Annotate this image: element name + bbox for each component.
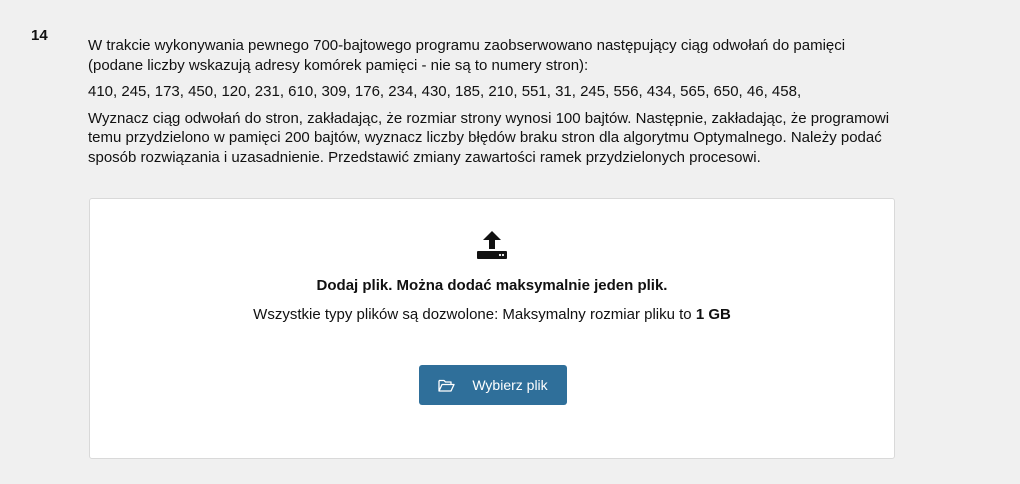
question-paragraph-2: Wyznacz ciąg odwołań do stron, zakładają… [88, 109, 890, 166]
question-sequence: 410, 245, 173, 450, 120, 231, 610, 309, … [88, 83, 802, 100]
folder-open-icon [438, 379, 455, 392]
upload-title: Dodaj plik. Można dodać maksymalnie jede… [316, 277, 668, 294]
upload-info: Wszystkie typy plików są dozwolone: Maks… [90, 306, 894, 323]
choose-file-button[interactable]: Wybierz plik [419, 365, 567, 405]
upload-icon [476, 230, 508, 260]
question-text: W trakcie wykonywania pewnego 700-bajtow… [88, 36, 900, 174]
upload-info-text: Wszystkie typy plików są dozwolone: Maks… [253, 306, 696, 323]
choose-file-label: Wybierz plik [472, 377, 548, 393]
question-paragraph-1: W trakcie wykonywania pewnego 700-bajtow… [88, 37, 846, 74]
upload-max-size: 1 GB [695, 306, 731, 323]
file-upload-dropzone[interactable]: Dodaj plik. Można dodać maksymalnie jede… [89, 198, 895, 459]
question-number: 14 [31, 27, 48, 44]
